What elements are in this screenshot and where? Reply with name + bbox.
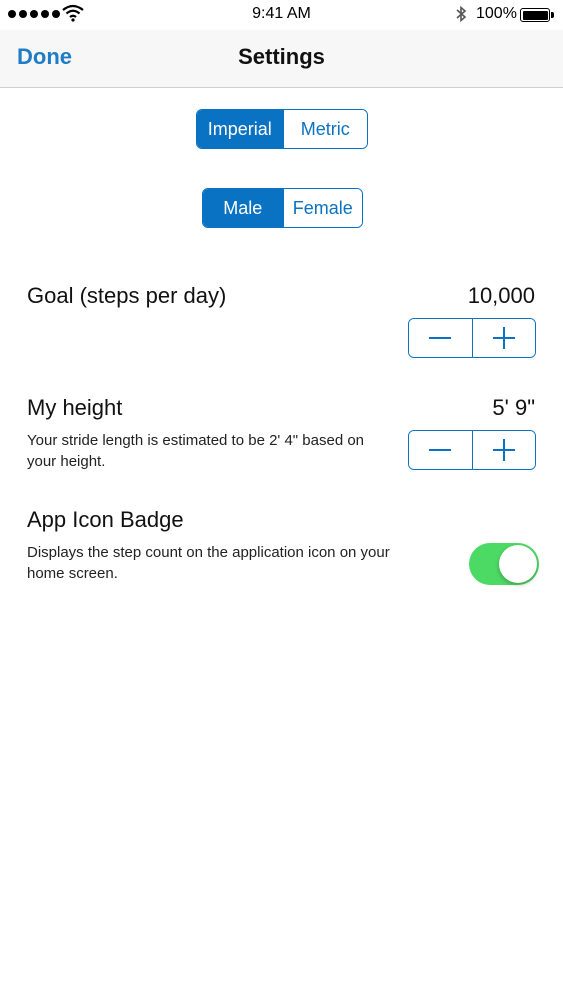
stride-description: Your stride length is estimated to be 2'… bbox=[27, 432, 365, 470]
minus-icon bbox=[429, 449, 452, 451]
height-value: 5' 9" bbox=[492, 395, 535, 420]
badge-label: App Icon Badge bbox=[27, 507, 184, 532]
goal-value: 10,000 bbox=[467, 283, 535, 308]
status-bar: 9:41 AM 100% bbox=[0, 0, 563, 30]
goal-label: Goal (steps per day) bbox=[27, 283, 227, 308]
goal-increment-button[interactable] bbox=[471, 319, 535, 357]
height-increment-button[interactable] bbox=[471, 431, 535, 469]
segment-metric[interactable]: Metric bbox=[282, 110, 367, 148]
segment-imperial[interactable]: Imperial bbox=[197, 110, 283, 148]
settings-screen: 9:41 AM 100% Done Settings Imperial Metr… bbox=[0, 0, 563, 1000]
bluetooth-icon bbox=[456, 5, 467, 23]
height-label: My height bbox=[27, 395, 123, 420]
height-stepper bbox=[408, 430, 536, 470]
battery-percent: 100% bbox=[476, 5, 517, 22]
page-title: Settings bbox=[238, 44, 325, 69]
badge-description: Displays the step count on the applicati… bbox=[27, 544, 390, 582]
nav-bar: Done Settings bbox=[0, 30, 563, 88]
goal-decrement-button[interactable] bbox=[409, 319, 472, 357]
units-segmented-control: Imperial Metric bbox=[196, 109, 368, 149]
battery-icon bbox=[520, 8, 554, 22]
badge-toggle[interactable] bbox=[469, 543, 539, 585]
gender-segmented-control: Male Female bbox=[202, 188, 363, 228]
height-decrement-button[interactable] bbox=[409, 431, 472, 469]
minus-icon bbox=[429, 337, 452, 339]
toggle-knob bbox=[499, 545, 537, 583]
segment-female[interactable]: Female bbox=[282, 189, 362, 227]
segment-male[interactable]: Male bbox=[203, 189, 283, 227]
goal-stepper bbox=[408, 318, 536, 358]
